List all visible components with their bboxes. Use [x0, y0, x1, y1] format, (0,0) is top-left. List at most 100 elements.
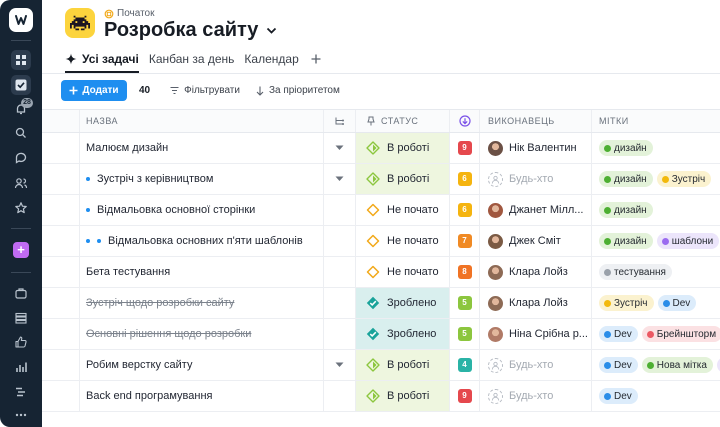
add-button[interactable]: Додати	[61, 80, 127, 101]
tag-chip[interactable]: дизайн	[599, 140, 653, 156]
status-cell[interactable]: Зроблено	[356, 319, 450, 349]
tag-chip[interactable]: Зустріч	[599, 295, 654, 311]
tag-chip[interactable]: Зустріч	[656, 171, 712, 187]
tag-chip[interactable]: шаблони	[656, 233, 720, 249]
priority-badge[interactable]: 6	[457, 172, 472, 186]
status-cell[interactable]: В роботі	[356, 381, 450, 411]
priority-cell[interactable]: 7	[450, 226, 480, 256]
star-icon[interactable]	[13, 200, 29, 216]
table-row[interactable]: Відмальовка основних п'яти шаблонів Не по…	[42, 226, 720, 257]
priority-badge[interactable]: 9	[457, 141, 472, 155]
task-name[interactable]: Робим верстку сайту	[86, 359, 192, 371]
tasks-check-icon[interactable]	[11, 75, 31, 95]
assignee-cell[interactable]: Клара Лойз	[480, 257, 592, 287]
tag-chip[interactable]: дизайн	[599, 233, 653, 249]
priority-badge[interactable]: 9	[457, 389, 472, 403]
dashboard-icon[interactable]	[11, 50, 31, 70]
assignee-cell[interactable]: Будь-хто	[480, 350, 592, 380]
assignee-cell[interactable]: Нік Валентин	[480, 133, 592, 163]
tags-cell[interactable]: Dev	[592, 381, 720, 411]
priority-cell[interactable]: 6	[450, 164, 480, 194]
priority-badge[interactable]: 5	[457, 296, 472, 310]
users-icon[interactable]	[13, 175, 29, 191]
table-row[interactable]: Малюєм дизайн В роботі 9 Нік Валентин дизайн	[42, 133, 720, 164]
assignee-cell[interactable]: Джек Сміт	[480, 226, 592, 256]
chat-icon[interactable]	[13, 150, 29, 166]
status-cell[interactable]: В роботі	[356, 164, 450, 194]
assignee-cell[interactable]: Клара Лойз	[480, 288, 592, 318]
task-name-cell[interactable]: Робим верстку сайту	[80, 350, 324, 380]
page-title[interactable]: Розробка сайту	[104, 19, 277, 42]
priority-badge[interactable]: 6	[457, 203, 472, 217]
tags-cell[interactable]: дизайн	[592, 133, 720, 163]
tag-chip[interactable]: Dev	[657, 295, 697, 311]
tab-kanban-day[interactable]: Канбан за день	[149, 48, 235, 70]
table-row[interactable]: Відмальовка основної сторінки Не почато 6 Д…	[42, 195, 720, 226]
priority-cell[interactable]: 4	[450, 350, 480, 380]
assignee-cell[interactable]: Будь-хто	[480, 381, 592, 411]
column-assignee[interactable]: ВИКОНАВЕЦЬ	[480, 110, 592, 132]
priority-badge[interactable]: 7	[457, 234, 472, 248]
table-row[interactable]: Зустріч щодо розробки сайту Зроблено 5 Клар…	[42, 288, 720, 319]
assignee-cell[interactable]: Джанет Мілл...	[480, 195, 592, 225]
tags-cell[interactable]: дизайн	[592, 195, 720, 225]
search-icon[interactable]	[13, 125, 29, 141]
column-priority[interactable]	[450, 110, 480, 132]
column-name[interactable]: НАЗВА	[80, 110, 324, 132]
table-row[interactable]: Робим верстку сайту В роботі 4 Будь-хто Dev Н…	[42, 350, 720, 381]
tags-cell[interactable]: тестування	[592, 257, 720, 287]
status-cell[interactable]: В роботі	[356, 133, 450, 163]
task-name-cell[interactable]: Зустріч з керівництвом	[80, 164, 324, 194]
assignee-cell[interactable]: Ніна Срібна р...	[480, 319, 592, 349]
project-space-invader-icon[interactable]	[65, 8, 95, 38]
tags-cell[interactable]: Зустріч Dev	[592, 288, 720, 318]
subtasks-cell[interactable]	[324, 133, 356, 163]
column-subtasks[interactable]	[324, 110, 356, 132]
tag-chip[interactable]: дизайн	[599, 171, 653, 187]
task-name[interactable]: Відмальовка основної сторінки	[97, 204, 255, 216]
expand-caret-icon[interactable]	[335, 362, 344, 368]
priority-cell[interactable]: 5	[450, 319, 480, 349]
tag-chip[interactable]: Dev	[599, 357, 638, 373]
tags-cell[interactable]: дизайн Зустріч	[592, 164, 720, 194]
filter-button[interactable]: Фільтрувати	[170, 85, 240, 96]
task-name-cell[interactable]: Відмальовка основних п'яти шаблонів	[80, 226, 324, 256]
task-name[interactable]: Відмальовка основних п'яти шаблонів	[108, 235, 303, 247]
task-name-cell[interactable]: Back end програмування	[80, 381, 324, 411]
priority-cell[interactable]: 9	[450, 381, 480, 411]
thumbs-up-icon[interactable]	[13, 334, 29, 350]
table-row[interactable]: Зустріч з керівництвом В роботі 6 Будь-хто д…	[42, 164, 720, 195]
priority-cell[interactable]: 6	[450, 195, 480, 225]
chevron-down-icon[interactable]	[266, 27, 277, 35]
tag-chip[interactable]: Нова мітка	[641, 357, 713, 373]
task-name[interactable]: Бета тестування	[86, 266, 170, 278]
task-name-cell[interactable]: Малюєм дизайн	[80, 133, 324, 163]
breadcrumb-label[interactable]: Початок	[117, 8, 155, 19]
subtasks-cell[interactable]	[324, 350, 356, 380]
expand-caret-icon[interactable]	[335, 145, 344, 151]
tags-cell[interactable]: Dev Брейншторм	[592, 319, 720, 349]
add-view-button[interactable]	[311, 48, 321, 70]
app-logo[interactable]	[9, 8, 33, 32]
task-name-cell[interactable]: Відмальовка основної сторінки	[80, 195, 324, 225]
create-plus-icon[interactable]: +	[13, 242, 29, 258]
tag-chip[interactable]: тестування	[599, 264, 672, 280]
tag-chip[interactable]: дизайн	[599, 202, 653, 218]
tab-calendar[interactable]: Календар	[244, 48, 298, 70]
briefcase-icon[interactable]	[13, 285, 29, 301]
column-tags[interactable]: МІТКИ	[592, 110, 720, 132]
task-name-cell[interactable]: Основні рішення щодо розробки	[80, 319, 324, 349]
status-cell[interactable]: В роботі	[356, 350, 450, 380]
task-name-cell[interactable]: Бета тестування	[80, 257, 324, 287]
reports-chart-icon[interactable]	[13, 359, 29, 375]
expand-caret-icon[interactable]	[335, 176, 344, 182]
tag-chip[interactable]: Dev	[599, 326, 638, 342]
timeline-icon[interactable]	[13, 384, 29, 400]
status-cell[interactable]: Не почато	[356, 195, 450, 225]
priority-badge[interactable]: 4	[457, 358, 472, 372]
priority-cell[interactable]: 9	[450, 133, 480, 163]
assignee-cell[interactable]: Будь-хто	[480, 164, 592, 194]
status-cell[interactable]: Зроблено	[356, 288, 450, 318]
table-row[interactable]: Back end програмування В роботі 9 Будь-хто D…	[42, 381, 720, 412]
priority-badge[interactable]: 5	[457, 327, 472, 341]
